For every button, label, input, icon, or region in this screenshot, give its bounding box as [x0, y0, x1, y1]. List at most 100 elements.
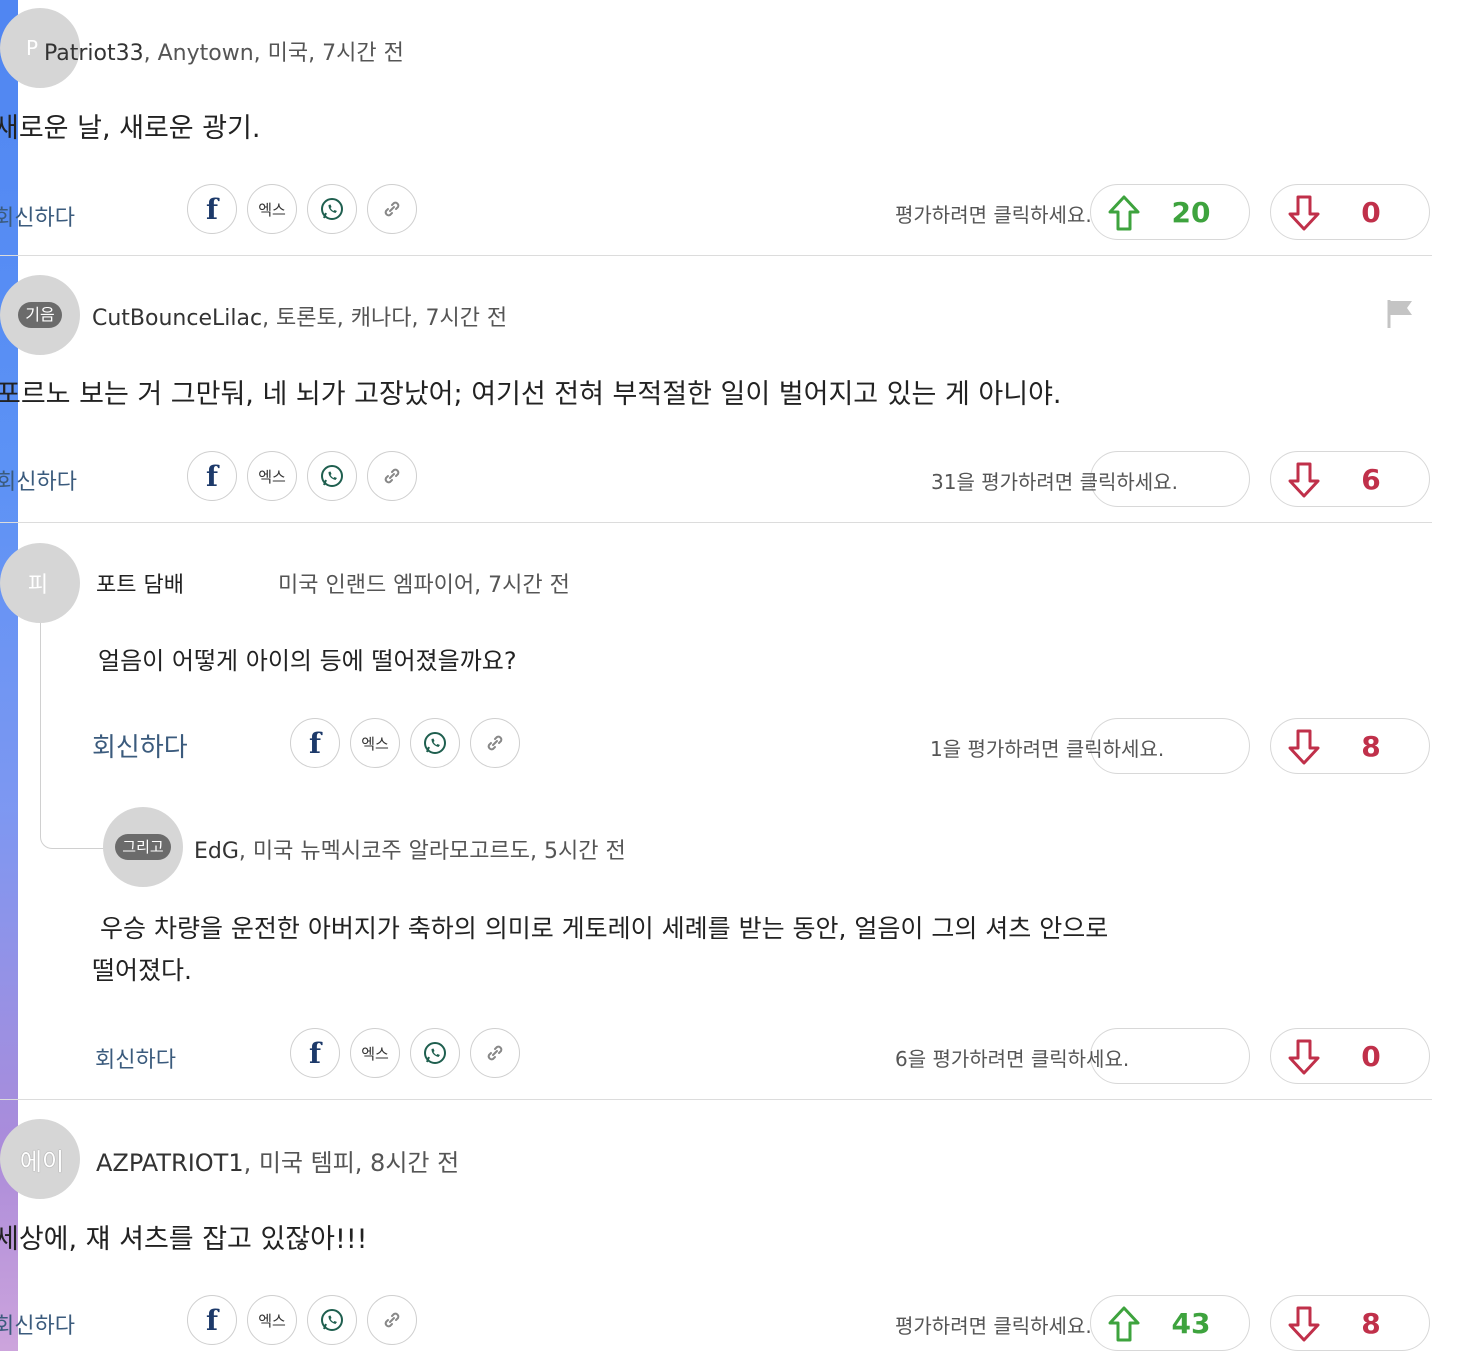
link-icon: [487, 735, 503, 751]
copy-link-button[interactable]: [470, 718, 520, 768]
author-name[interactable]: CutBounceLilac: [92, 306, 262, 331]
copy-link-button[interactable]: [367, 451, 417, 501]
comment-text-line: 떨어졌다.: [92, 956, 192, 985]
location-time: , Anytown, 미국, 7시간 전: [143, 41, 404, 66]
downvote-count: 8: [1361, 729, 1381, 763]
share-buttons: f 엑스: [187, 184, 417, 234]
x-icon: 엑스: [361, 734, 389, 753]
avatar-initial: 그리고: [115, 834, 171, 860]
downvote-button[interactable]: 6: [1270, 451, 1430, 507]
divider: [0, 255, 1432, 256]
downvote-count: 8: [1361, 1306, 1381, 1340]
whatsapp-icon: [321, 465, 343, 487]
comment-text: 포르노 보는 거 그만둬, 네 뇌가 고장났어; 여기선 전혀 부적절한 일이 …: [0, 379, 1062, 410]
upvote-button[interactable]: 20: [1090, 184, 1250, 240]
facebook-icon: f: [308, 726, 322, 760]
downvote-button[interactable]: 0: [1270, 1028, 1430, 1084]
reply-button[interactable]: 회신하다: [0, 1308, 75, 1340]
facebook-icon: f: [205, 192, 219, 226]
avatar[interactable]: 에이: [0, 1119, 80, 1199]
downvote-count: 0: [1361, 1039, 1381, 1073]
copy-link-button[interactable]: [367, 184, 417, 234]
downvote-button[interactable]: 0: [1270, 184, 1430, 240]
whatsapp-share-button[interactable]: [307, 1295, 357, 1345]
x-share-button[interactable]: 엑스: [247, 451, 297, 501]
facebook-icon: f: [308, 1036, 322, 1070]
link-icon: [384, 1312, 400, 1328]
comment-meta: Patriot33, Anytown, 미국, 7시간 전: [44, 35, 404, 67]
whatsapp-icon: [424, 1042, 446, 1064]
reply-button[interactable]: 회신하다: [0, 464, 77, 496]
flag-icon[interactable]: [1386, 298, 1416, 330]
copy-link-button[interactable]: [470, 1028, 520, 1078]
share-buttons: f 엑스: [187, 1295, 417, 1345]
whatsapp-share-button[interactable]: [307, 451, 357, 501]
comment-text: 세상에, 쟤 셔츠를 잡고 있잖아!!!: [0, 1224, 368, 1255]
facebook-share-button[interactable]: f: [187, 184, 237, 234]
avatar-initial: 피: [27, 573, 49, 598]
downvote-button[interactable]: 8: [1270, 718, 1430, 774]
author-name[interactable]: 포트 담배: [96, 567, 184, 599]
comment-text: 얼음이 어떻게 아이의 등에 떨어졌을까요?: [98, 647, 517, 675]
share-buttons: f 엑스: [290, 1028, 520, 1078]
rate-prompt: 평가하려면 클릭하세요.: [895, 203, 1092, 227]
x-share-button[interactable]: 엑스: [247, 184, 297, 234]
facebook-share-button[interactable]: f: [187, 451, 237, 501]
divider: [0, 522, 1432, 523]
avatar[interactable]: 기음: [0, 275, 80, 355]
arrow-down-icon: [1288, 195, 1320, 231]
comment-meta: CutBounceLilac, 토론토, 캐나다, 7시간 전: [92, 300, 507, 332]
comment-meta: EdG, 미국 뉴멕시코주 알라모고르도, 5시간 전: [194, 833, 626, 865]
avatar[interactable]: 피: [0, 543, 80, 623]
comment-meta: AZPATRIOT1, 미국 템피, 8시간 전: [96, 1143, 459, 1178]
reply-button[interactable]: 회신하다: [95, 1042, 176, 1074]
share-buttons: f 엑스: [290, 718, 520, 768]
author-name[interactable]: Patriot33: [44, 41, 144, 66]
x-icon: 엑스: [258, 1311, 286, 1330]
arrow-down-icon: [1288, 462, 1320, 498]
author-name[interactable]: AZPATRIOT1: [96, 1149, 244, 1177]
upvote-button[interactable]: 43: [1090, 1295, 1250, 1351]
divider: [0, 1099, 1432, 1100]
comment-text: 새로운 날, 새로운 광기.: [0, 113, 261, 144]
rate-prompt: 6을 평가하려면 클릭하세요.: [895, 1047, 1130, 1071]
link-icon: [487, 1045, 503, 1061]
x-icon: 엑스: [258, 467, 286, 486]
facebook-share-button[interactable]: f: [290, 718, 340, 768]
copy-link-button[interactable]: [367, 1295, 417, 1345]
x-icon: 엑스: [361, 1044, 389, 1063]
facebook-icon: f: [205, 459, 219, 493]
whatsapp-icon: [321, 1309, 343, 1331]
upvote-count: 43: [1171, 1306, 1211, 1340]
avatar-initial: 에이: [19, 1147, 65, 1176]
reply-button[interactable]: 회신하다: [0, 200, 75, 232]
x-share-button[interactable]: 엑스: [350, 1028, 400, 1078]
facebook-icon: f: [205, 1303, 219, 1337]
location-time: 미국 인랜드 엠파이어, 7시간 전: [278, 573, 570, 598]
facebook-share-button[interactable]: f: [290, 1028, 340, 1078]
arrow-up-icon: [1108, 195, 1140, 231]
location-time: , 미국 뉴멕시코주 알라모고르도, 5시간 전: [238, 839, 626, 864]
whatsapp-share-button[interactable]: [410, 718, 460, 768]
rate-prompt: 평가하려면 클릭하세요.: [895, 1314, 1092, 1338]
reply-button[interactable]: 회신하다: [92, 727, 188, 764]
whatsapp-share-button[interactable]: [307, 184, 357, 234]
arrow-down-icon: [1288, 1306, 1320, 1342]
location-time: , 토론토, 캐나다, 7시간 전: [262, 306, 508, 331]
downvote-count: 0: [1361, 195, 1381, 229]
whatsapp-share-button[interactable]: [410, 1028, 460, 1078]
x-share-button[interactable]: 엑스: [350, 718, 400, 768]
arrow-up-icon: [1108, 1306, 1140, 1342]
rate-prompt: 1을 평가하려면 클릭하세요.: [930, 737, 1165, 761]
x-icon: 엑스: [258, 200, 286, 219]
whatsapp-icon: [321, 198, 343, 220]
comment-text-line: 우승 차량을 운전한 아버지가 축하의 의미로 게토레이 세례를 받는 동안, …: [100, 914, 1109, 943]
facebook-share-button[interactable]: f: [187, 1295, 237, 1345]
whatsapp-icon: [424, 732, 446, 754]
avatar-initial: 기음: [18, 302, 62, 328]
avatar[interactable]: 그리고: [103, 807, 183, 887]
location-time: , 미국 템피, 8시간 전: [243, 1149, 460, 1177]
author-name[interactable]: EdG: [194, 839, 239, 864]
x-share-button[interactable]: 엑스: [247, 1295, 297, 1345]
downvote-button[interactable]: 8: [1270, 1295, 1430, 1351]
